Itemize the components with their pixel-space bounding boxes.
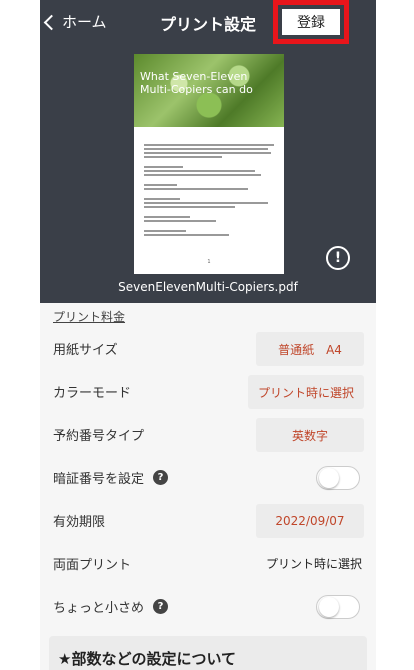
setting-row-color-mode: カラーモード プリント時に選択 xyxy=(40,370,376,413)
chevron-left-icon xyxy=(43,14,60,30)
setting-row-paper-size: 用紙サイズ 普通紙 A4 xyxy=(40,327,376,370)
duplex-label: 両面プリント xyxy=(53,558,132,573)
duplex-value: プリント時に選択 xyxy=(265,557,362,571)
print-fee-link[interactable]: プリント料金 xyxy=(53,308,125,325)
setting-row-small: ちょっと小さめ ? xyxy=(40,585,376,628)
info-banner[interactable]: ★部数などの設定について xyxy=(49,636,367,670)
small-label: ちょっと小さめ xyxy=(53,601,145,616)
reservation-type-button[interactable]: 英数字 xyxy=(256,418,364,452)
setting-row-reservation-type: 予約番号タイプ 英数字 xyxy=(40,413,376,456)
doc-text-lines xyxy=(144,144,274,238)
pdf-thumbnail[interactable]: What Seven-Eleven Multi-Copiers can do 1 xyxy=(134,54,284,274)
back-button[interactable]: ホーム xyxy=(43,11,107,32)
reservation-type-label: 予約番号タイプ xyxy=(53,429,145,444)
help-icon[interactable]: ? xyxy=(153,470,169,485)
pin-toggle[interactable] xyxy=(316,466,360,490)
expiry-button[interactable]: 2022/09/07 xyxy=(256,504,364,538)
register-highlight: 登録 xyxy=(273,0,349,44)
paper-size-button[interactable]: 普通紙 A4 xyxy=(256,332,364,366)
back-label: ホーム xyxy=(62,13,107,31)
register-button[interactable]: 登録 xyxy=(282,9,340,35)
file-name: SevenElevenMulti-Copiers.pdf xyxy=(118,280,298,294)
exclamation-icon[interactable]: ! xyxy=(326,246,350,270)
app-frame: ホーム プリント設定 What Seven-Eleven Multi-Copie… xyxy=(40,0,376,670)
page-number: 1 xyxy=(207,259,211,265)
section-header: プリント料金 xyxy=(40,303,376,327)
toggle-knob xyxy=(319,468,339,488)
info-banner-label: ★部数などの設定について xyxy=(58,650,236,668)
toggle-knob xyxy=(319,597,339,617)
pin-label: 暗証番号を設定 xyxy=(53,472,145,487)
small-toggle[interactable] xyxy=(316,595,360,619)
color-mode-label: カラーモード xyxy=(53,386,132,401)
paper-size-label: 用紙サイズ xyxy=(53,343,118,358)
pin-label-wrap: 暗証番号を設定 ? xyxy=(53,468,169,487)
setting-row-pin: 暗証番号を設定 ? xyxy=(40,456,376,499)
setting-row-expiry: 有効期限 2022/09/07 xyxy=(40,499,376,542)
color-mode-button[interactable]: プリント時に選択 xyxy=(247,375,364,409)
doc-title: What Seven-Eleven Multi-Copiers can do xyxy=(140,70,253,96)
small-label-wrap: ちょっと小さめ ? xyxy=(53,597,169,616)
help-icon[interactable]: ? xyxy=(153,599,169,614)
document-preview: What Seven-Eleven Multi-Copiers can do 1… xyxy=(40,44,376,303)
expiry-label: 有効期限 xyxy=(53,515,106,530)
setting-row-duplex: 両面プリント プリント時に選択 xyxy=(40,542,376,585)
